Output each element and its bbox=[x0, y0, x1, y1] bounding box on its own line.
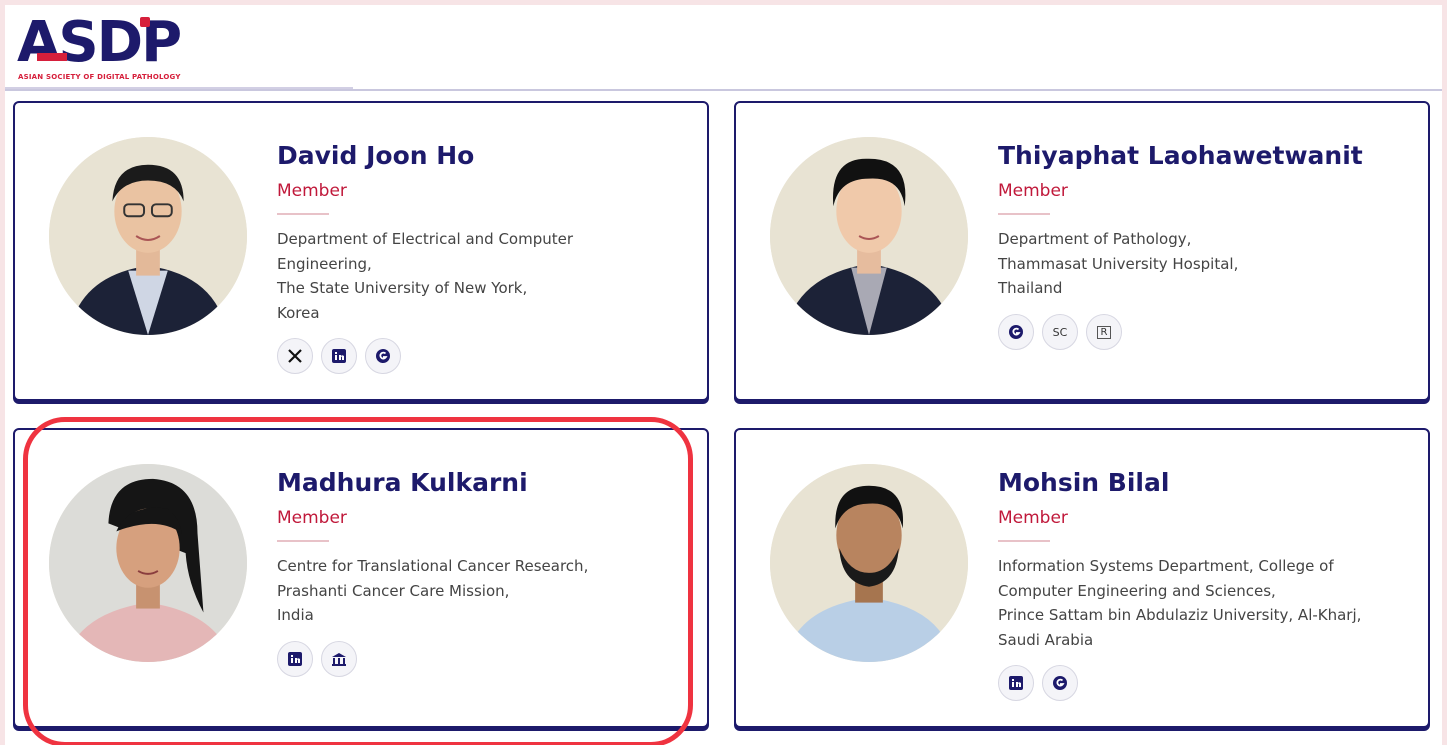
member-role: Member bbox=[998, 508, 1068, 528]
member-role: Member bbox=[277, 181, 347, 201]
logo-wordmark: ASDP bbox=[17, 10, 182, 75]
member-affiliation: Information Systems Department, College … bbox=[998, 557, 1362, 649]
social-links: SC R bbox=[998, 314, 1122, 350]
member-affiliation: Department of Pathology, Thammasat Unive… bbox=[998, 230, 1239, 297]
divider bbox=[277, 540, 329, 542]
member-card-thiyaphat-laohawetwanit: Thiyaphat Laohawetwanit Member Departmen… bbox=[734, 101, 1430, 401]
site-header: ASDP ASIAN SOCIETY OF DIGITAL PATHOLOGY bbox=[5, 5, 1442, 91]
social-links bbox=[277, 641, 357, 677]
researchgate-icon[interactable] bbox=[365, 338, 401, 374]
researchgate-icon[interactable] bbox=[998, 314, 1034, 350]
member-name: Thiyaphat Laohawetwanit bbox=[998, 141, 1363, 170]
member-card-madhura-kulkarni: Madhura Kulkarni Member Centre for Trans… bbox=[13, 428, 709, 728]
member-name: Madhura Kulkarni bbox=[277, 468, 528, 497]
logo-subtitle: ASIAN SOCIETY OF DIGITAL PATHOLOGY bbox=[18, 73, 181, 81]
x-icon[interactable] bbox=[277, 338, 313, 374]
avatar bbox=[49, 137, 247, 335]
linkedin-icon[interactable] bbox=[998, 665, 1034, 701]
social-links bbox=[277, 338, 401, 374]
social-links bbox=[998, 665, 1078, 701]
divider bbox=[998, 213, 1050, 215]
avatar bbox=[770, 464, 968, 662]
researcherid-icon[interactable]: R bbox=[1086, 314, 1122, 350]
member-card-david-joon-ho: David Joon Ho Member Department of Elect… bbox=[13, 101, 709, 401]
member-affiliation: Centre for Translational Cancer Research… bbox=[277, 557, 589, 624]
member-name: Mohsin Bilal bbox=[998, 468, 1170, 497]
avatar bbox=[49, 464, 247, 662]
avatar bbox=[770, 137, 968, 335]
scopus-icon[interactable]: SC bbox=[1042, 314, 1078, 350]
linkedin-icon[interactable] bbox=[277, 641, 313, 677]
member-role: Member bbox=[277, 508, 347, 528]
divider bbox=[277, 213, 329, 215]
member-card-mohsin-bilal: Mohsin Bilal Member Information Systems … bbox=[734, 428, 1430, 728]
linkedin-icon[interactable] bbox=[321, 338, 357, 374]
member-affiliation: Department of Electrical and Computer En… bbox=[277, 230, 574, 322]
page: ASDP ASIAN SOCIETY OF DIGITAL PATHOLOGY … bbox=[5, 5, 1442, 745]
member-name: David Joon Ho bbox=[277, 141, 475, 170]
researchgate-icon[interactable] bbox=[1042, 665, 1078, 701]
divider bbox=[998, 540, 1050, 542]
institution-icon[interactable] bbox=[321, 641, 357, 677]
member-role: Member bbox=[998, 181, 1068, 201]
asdp-logo[interactable]: ASDP ASIAN SOCIETY OF DIGITAL PATHOLOGY bbox=[17, 15, 247, 85]
